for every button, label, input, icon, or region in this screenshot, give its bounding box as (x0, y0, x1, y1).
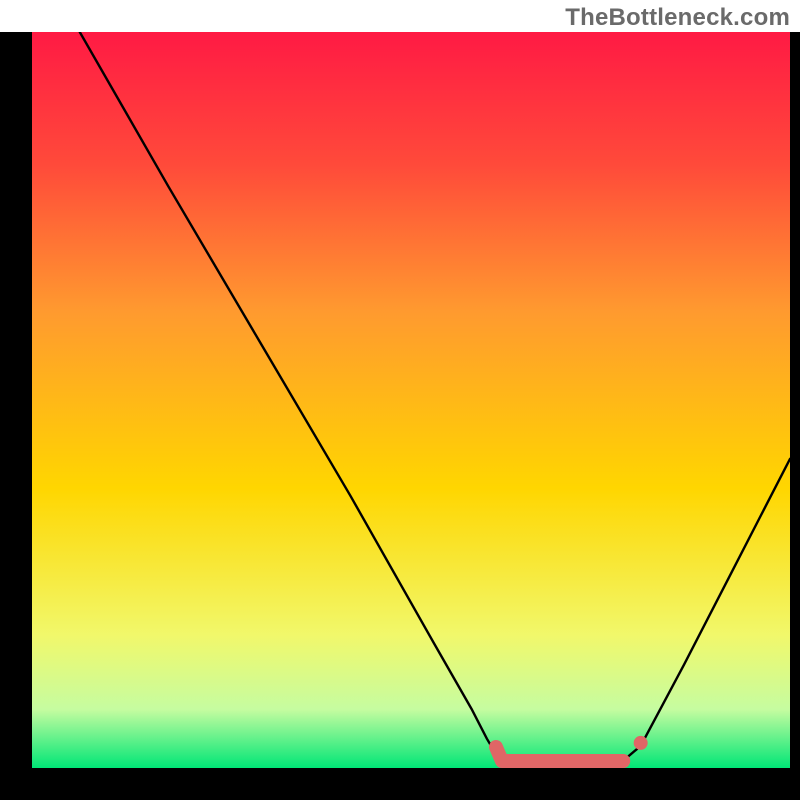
watermark-text: TheBottleneck.com (565, 4, 790, 32)
axis-border-right (790, 32, 800, 768)
axis-border-left (0, 32, 32, 768)
plot-background (32, 32, 790, 768)
chart-frame: TheBottleneck.com (0, 0, 800, 800)
current-point-marker (634, 736, 648, 750)
axis-border-bottom (0, 768, 800, 800)
bottleneck-chart (0, 0, 800, 800)
